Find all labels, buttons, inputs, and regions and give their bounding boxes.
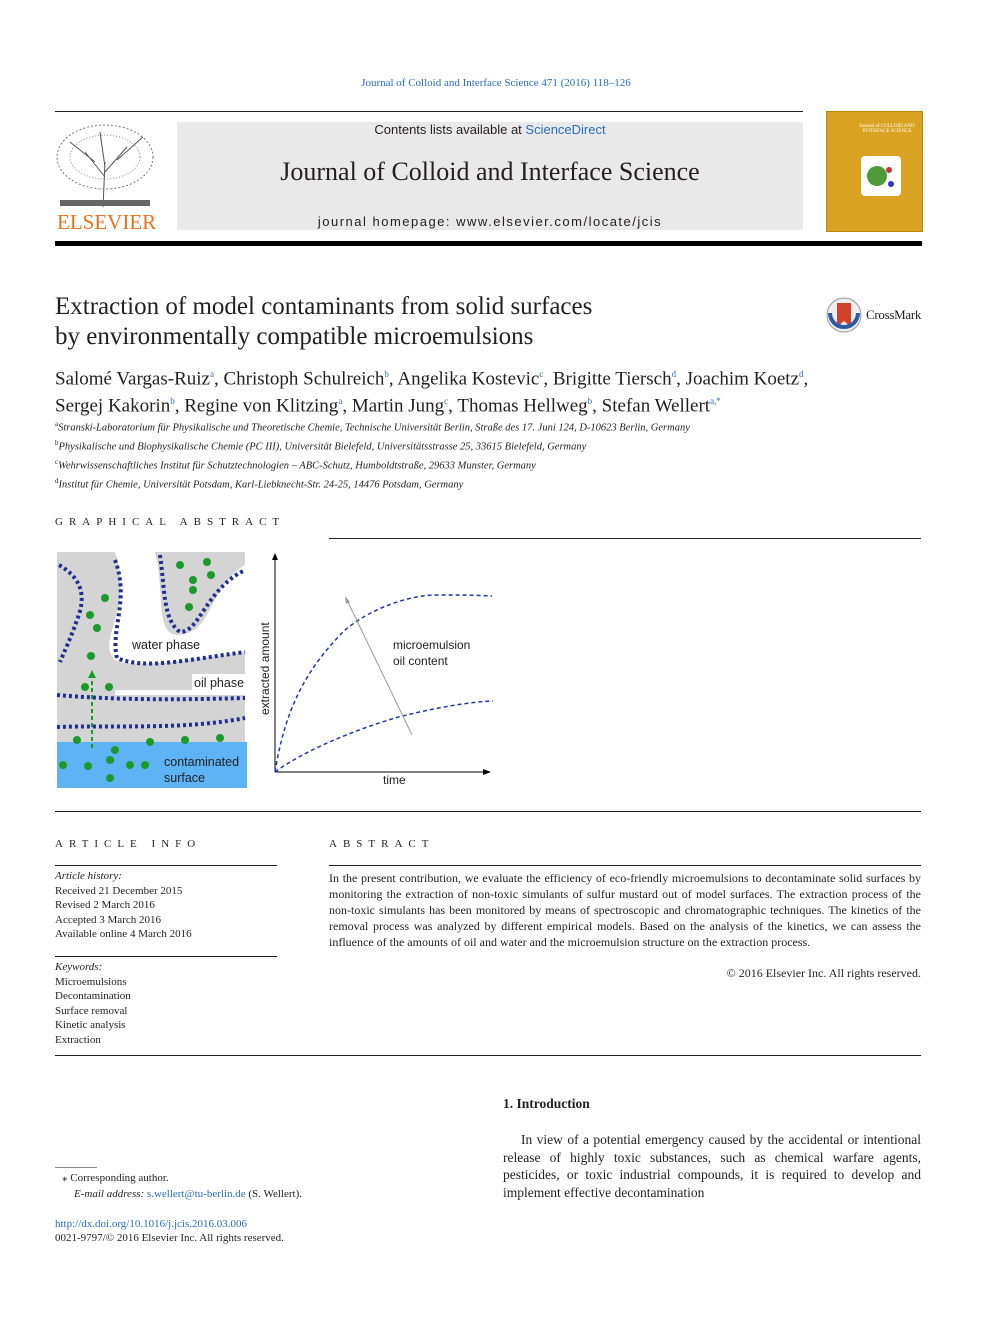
article-history: Article history: Received 21 December 20…	[55, 869, 277, 942]
journal-citation[interactable]: Journal of Colloid and Interface Science…	[0, 77, 992, 89]
history-item: Received 21 December 2015	[55, 884, 183, 897]
keyword-item: Extraction	[55, 1033, 101, 1046]
keyword-item: Surface removal	[55, 1004, 128, 1017]
email-footnote: E-mail address: s.wellert@tu-berlin.de (…	[74, 1187, 302, 1202]
microemulsion-schematic: water phase oil phase contaminated surfa…	[56, 552, 247, 788]
abstract-heading: ABSTRACT	[329, 838, 435, 850]
affiliation-text: Institut für Chemie, Universität Potsdam…	[58, 479, 464, 491]
homepage-url[interactable]: www.elsevier.com/locate/jcis	[456, 214, 662, 229]
article-info-heading: ARTICLE INFO	[55, 838, 202, 850]
cover-image	[861, 156, 901, 196]
author-affiliation-marker: c	[444, 396, 449, 407]
author-affiliation-marker: a	[209, 369, 214, 379]
y-axis-label: extracted amount	[258, 622, 272, 715]
keywords-label: Keywords:	[55, 961, 103, 973]
intro-text: In view of a potential emergency caused …	[503, 1132, 921, 1200]
affiliation-text: Wehrwissenschaftliches Institut für Schu…	[58, 460, 536, 472]
oil-phase-label: oil phase	[194, 676, 244, 690]
graphical-abstract-figure: water phase oil phase contaminated surfa…	[56, 552, 494, 788]
abstract-copyright: © 2016 Elsevier Inc. All rights reserved…	[726, 966, 921, 980]
header-rule	[55, 241, 922, 246]
affiliation: dInstitut für Chemie, Universität Potsda…	[55, 474, 690, 493]
surface-label-1: contaminated	[164, 755, 239, 769]
publisher-name: ELSEVIER	[57, 210, 157, 234]
journal-banner: Contents lists available at ScienceDirec…	[177, 122, 803, 230]
affiliations: aStranski-Laboratorium für Physikalische…	[55, 417, 690, 493]
affiliation-text: Stranski-Laboratorium für Physikalische …	[58, 422, 690, 434]
author-affiliation-marker: b	[587, 396, 593, 407]
affiliation: cWehrwissenschaftliches Institut für Sch…	[55, 455, 690, 474]
author-affiliation-marker: b	[170, 396, 175, 407]
curve-high-oil	[274, 594, 493, 773]
affiliation: aStranski-Laboratorium für Physikalische…	[55, 417, 690, 436]
sciencedirect-link[interactable]: ScienceDirect	[525, 122, 605, 137]
contents-prefix: Contents lists available at	[374, 122, 526, 137]
author-list: Salomé Vargas-Ruiza, Christoph Schulreic…	[55, 363, 935, 418]
contents-line: Contents lists available at ScienceDirec…	[177, 122, 803, 137]
crossmark-button[interactable]: CrossMark	[826, 297, 921, 333]
author-name: Salomé Vargas-Ruiz	[55, 368, 210, 390]
journal-cover: Journal of COLLOID AND INTERFACE SCIENCE	[826, 111, 923, 232]
author-affiliation-marker: c	[539, 369, 544, 379]
history-label: Article history:	[55, 870, 122, 882]
intro-heading: 1. Introduction	[503, 1096, 590, 1111]
elsevier-tree-icon	[55, 122, 155, 210]
email-suffix: (S. Wellert).	[245, 1188, 302, 1200]
email-label: E-mail address:	[74, 1188, 147, 1200]
history-item: Available online 4 March 2016	[55, 928, 192, 940]
authors-line-1: Salomé Vargas-Ruiza, Christoph Schulreic…	[55, 368, 809, 390]
corresponding-footnote: ⁎ Corresponding author.	[62, 1172, 169, 1184]
author-affiliation-marker: d	[799, 369, 804, 379]
email-link[interactable]: s.wellert@tu-berlin.de	[147, 1188, 246, 1200]
title-line-2: by environmentally compatible microemuls…	[55, 323, 534, 350]
history-item: Accepted 3 March 2016	[55, 913, 161, 926]
curve-low-oil	[274, 700, 494, 773]
homepage-line: journal homepage: www.elsevier.com/locat…	[177, 214, 803, 229]
homepage-prefix: journal homepage:	[317, 214, 457, 229]
author-name: Brigitte Tiersch	[552, 368, 672, 390]
affiliation: bPhysikalische und Biophysikalische Chem…	[55, 436, 690, 455]
keyword-item: Decontamination	[55, 990, 131, 1002]
water-phase-label: water phase	[131, 638, 200, 652]
issn-copyright: 0021-9797/© 2016 Elsevier Inc. All right…	[55, 1232, 284, 1244]
author-name: Martin Jung	[351, 395, 445, 417]
article-title: Extraction of model contaminants from so…	[55, 292, 592, 352]
keywords: Keywords: Microemulsions Decontamination S…	[55, 960, 277, 1047]
authors-line-2: Sergej Kakorinb, Regine von Klitzinga, M…	[55, 395, 721, 417]
author-affiliation-marker: b	[384, 369, 389, 379]
cover-text: Journal of COLLOID AND INTERFACE SCIENCE	[859, 124, 915, 134]
author-name: Joachim Koetz	[685, 368, 800, 390]
crossmark-label: CrossMark	[866, 307, 922, 322]
author-name: Thomas Hellweg	[457, 395, 588, 417]
author-name: Stefan Wellert	[601, 395, 711, 417]
oil-channel-region	[155, 552, 245, 635]
keyword-item: Kinetic analysis	[55, 1019, 126, 1031]
crossmark-icon	[826, 297, 862, 333]
author-name: Angelika Kostevic	[397, 368, 540, 390]
x-axis-label: time	[383, 773, 406, 787]
surface-label-2: surface	[164, 771, 205, 785]
axes	[274, 555, 490, 773]
journal-title: Journal of Colloid and Interface Science	[280, 157, 700, 186]
history-item: Revised 2 March 2016	[55, 899, 155, 911]
kinetics-sketch: extracted amount time microemulsion oil …	[258, 553, 494, 787]
doi-link[interactable]: http://dx.doi.org/10.1016/j.jcis.2016.03…	[55, 1217, 247, 1232]
elsevier-logo: ELSEVIER	[55, 122, 157, 234]
abstract-text: In the present contribution, we evaluate…	[329, 871, 921, 949]
author-name: Sergej Kakorin	[55, 395, 171, 417]
annotation-line-1: microemulsion	[393, 638, 470, 652]
graphical-abstract-heading: GRAPHICAL ABSTRACT	[55, 516, 286, 528]
paper-page: Journal of Colloid and Interface Science…	[0, 0, 992, 1323]
corresponding-text: Corresponding author.	[70, 1172, 169, 1184]
affiliation-text: Physikalische und Biophysikalische Chemi…	[58, 441, 587, 453]
author-name: Christoph Schulreich	[223, 368, 385, 390]
annotation-line-2: oil content	[393, 654, 448, 668]
author-name: Regine von Klitzing	[184, 395, 339, 417]
author-affiliation-marker: a	[338, 396, 343, 407]
author-affiliation-marker: d	[671, 369, 677, 379]
keyword-item: Microemulsions	[55, 975, 127, 988]
title-line-1: Extraction of model contaminants from so…	[55, 293, 593, 320]
author-affiliation-marker: a,*	[710, 396, 721, 407]
